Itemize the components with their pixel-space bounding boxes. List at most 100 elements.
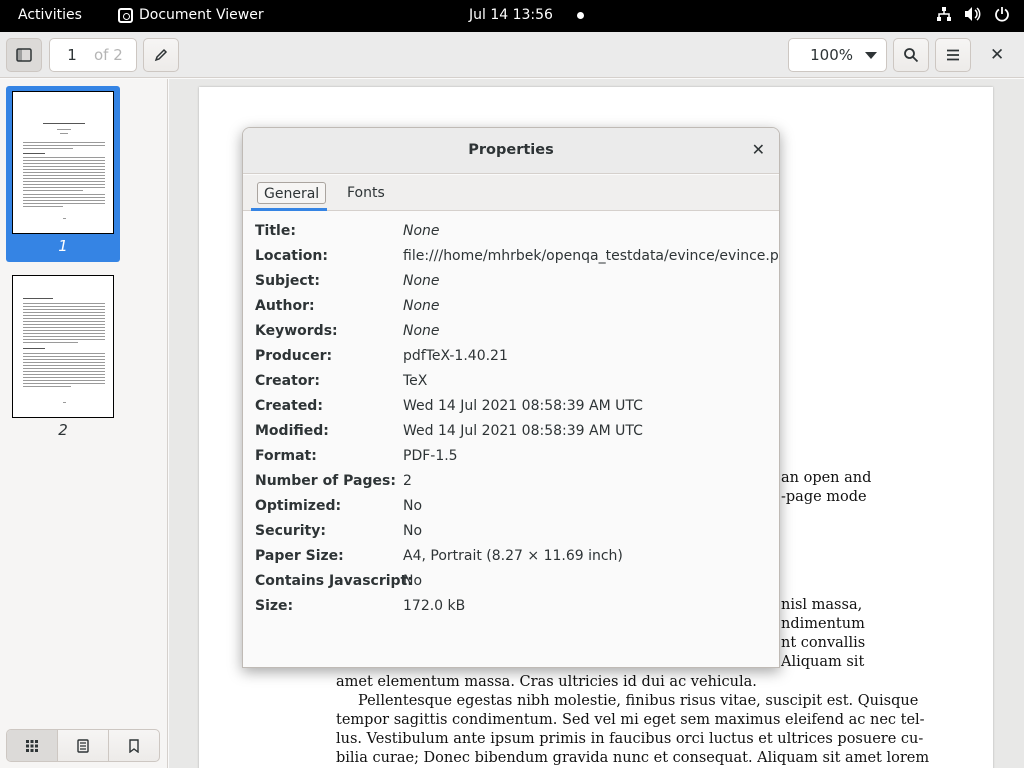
property-row: Modified: Wed 14 Jul 2021 08:58:39 AM UT…: [255, 423, 775, 448]
property-label: Size:: [255, 598, 294, 614]
sidebar-toggle-icon: [16, 48, 32, 62]
top-bar: Activities Document Viewer Jul 14 13:56: [0, 0, 1024, 32]
property-value: 2: [403, 473, 412, 489]
property-label: Contains Javascript:: [255, 573, 413, 589]
pencil-icon: [154, 48, 168, 62]
doc-line: tempor sagittis condimentum. Sed vel mi …: [336, 712, 925, 728]
property-value: file:///home/mhrbek/openqa_testdata/evin…: [403, 248, 780, 264]
outline-view-button[interactable]: [58, 730, 109, 761]
property-label: Optimized:: [255, 498, 342, 514]
property-value: None: [403, 298, 440, 314]
property-value: 172.0 kB: [403, 598, 466, 614]
property-label: Number of Pages:: [255, 473, 396, 489]
zoom-value: 100%: [810, 46, 853, 64]
search-button[interactable]: [893, 38, 929, 72]
property-label: Keywords:: [255, 323, 338, 339]
property-value: None: [403, 273, 440, 289]
notification-dot: [577, 12, 584, 19]
property-row: Created: Wed 14 Jul 2021 08:58:39 AM UTC: [255, 398, 775, 423]
property-row: Paper Size: A4, Portrait (8.27 × 11.69 i…: [255, 548, 775, 573]
active-tab-indicator: [251, 208, 327, 211]
property-row: Title: None: [255, 223, 775, 248]
page-current[interactable]: 1: [50, 46, 94, 64]
property-value: Wed 14 Jul 2021 08:58:39 AM UTC: [403, 423, 643, 439]
property-value: No: [403, 498, 423, 514]
property-row: Contains Javascript: No: [255, 573, 775, 598]
app-menu[interactable]: Document Viewer: [118, 7, 264, 23]
property-label: Paper Size:: [255, 548, 344, 564]
doc-line: nt convallis: [781, 635, 866, 651]
doc-line: Aliquam sit: [781, 654, 865, 670]
power-icon: [995, 7, 1009, 22]
property-value: No: [403, 523, 423, 539]
thumbnails-view-button[interactable]: [7, 730, 58, 761]
tab-general[interactable]: General: [257, 182, 327, 204]
page-total: of 2: [94, 46, 123, 64]
property-label: Security:: [255, 523, 326, 539]
sidebar-view-switcher: [6, 729, 160, 762]
page-number-entry[interactable]: 1 of 2: [49, 38, 137, 72]
properties-dialog: Properties ✕ General Fonts Title: None L…: [242, 127, 780, 668]
property-label: Creator:: [255, 373, 320, 389]
doc-line: nisl massa,: [781, 597, 863, 613]
property-row: Number of Pages: 2: [255, 473, 775, 498]
bookmark-icon: [129, 738, 139, 753]
doc-line: ndimentum: [781, 616, 865, 632]
chevron-down-icon: [865, 51, 877, 59]
property-row: Keywords: None: [255, 323, 775, 348]
property-label: Location:: [255, 248, 328, 264]
main-menu-button[interactable]: [935, 38, 971, 72]
activities-button[interactable]: Activities: [18, 7, 82, 23]
property-row: Security: No: [255, 523, 775, 548]
dialog-titlebar[interactable]: Properties ✕: [243, 128, 779, 174]
sidebar-toggle-button[interactable]: [6, 38, 42, 72]
doc-line: amet elementum massa. Cras ultricies id …: [336, 674, 757, 690]
system-tray[interactable]: [936, 6, 1010, 22]
clock[interactable]: Jul 14 13:56: [469, 7, 553, 23]
thumbnails-icon: [26, 739, 38, 752]
property-value: PDF-1.5: [403, 448, 458, 464]
property-row: Author: None: [255, 298, 775, 323]
annotate-button[interactable]: [143, 38, 179, 72]
property-row: Subject: None: [255, 273, 775, 298]
doc-line: lus. Vestibulum ante ipsum primis in fau…: [336, 731, 924, 747]
property-value: pdfTeX-1.40.21: [403, 348, 508, 364]
property-label: Author:: [255, 298, 315, 314]
tab-fonts[interactable]: Fonts: [341, 182, 391, 204]
dialog-title: Properties: [468, 142, 554, 158]
document-viewer-icon: [118, 7, 133, 23]
close-icon[interactable]: ✕: [752, 140, 765, 159]
menu-icon: [947, 49, 959, 61]
network-icon: [937, 7, 951, 21]
property-label: Producer:: [255, 348, 333, 364]
property-row: Format: PDF-1.5: [255, 448, 775, 473]
property-row: Optimized: No: [255, 498, 775, 523]
doc-line: an open and: [781, 470, 872, 486]
bookmarks-view-button[interactable]: [109, 730, 159, 761]
property-row: Producer: pdfTeX-1.40.21: [255, 348, 775, 373]
thumbnail-label-2: 2: [58, 421, 68, 439]
property-value: TeX: [403, 373, 428, 389]
volume-icon: [965, 7, 981, 21]
property-value: Wed 14 Jul 2021 08:58:39 AM UTC: [403, 398, 643, 414]
property-row: Location: file:///home/mhrbek/openqa_tes…: [255, 248, 779, 273]
doc-line: bilia curae; Donec bibendum gravida nunc…: [336, 750, 930, 766]
outline-icon: [77, 738, 89, 753]
zoom-selector[interactable]: 100%: [788, 38, 887, 72]
dialog-tabs: General Fonts: [243, 175, 779, 211]
property-value: A4, Portrait (8.27 × 11.69 inch): [403, 548, 623, 564]
property-label: Format:: [255, 448, 317, 464]
property-row: Size: 172.0 kB: [255, 598, 775, 623]
thumbnail-page-1[interactable]: [12, 91, 114, 234]
property-label: Title:: [255, 223, 296, 239]
thumbnail-page-2[interactable]: [12, 275, 114, 418]
property-label: Modified:: [255, 423, 329, 439]
thumbnail-label-1: 1: [58, 237, 68, 255]
property-value: No: [403, 573, 423, 589]
doc-line: -page mode: [781, 489, 867, 505]
doc-line: Pellentesque egestas nibh molestie, fini…: [358, 693, 919, 709]
property-label: Subject:: [255, 273, 320, 289]
property-value: None: [403, 323, 440, 339]
property-value: None: [403, 223, 440, 239]
close-icon[interactable]: ✕: [990, 45, 1004, 65]
